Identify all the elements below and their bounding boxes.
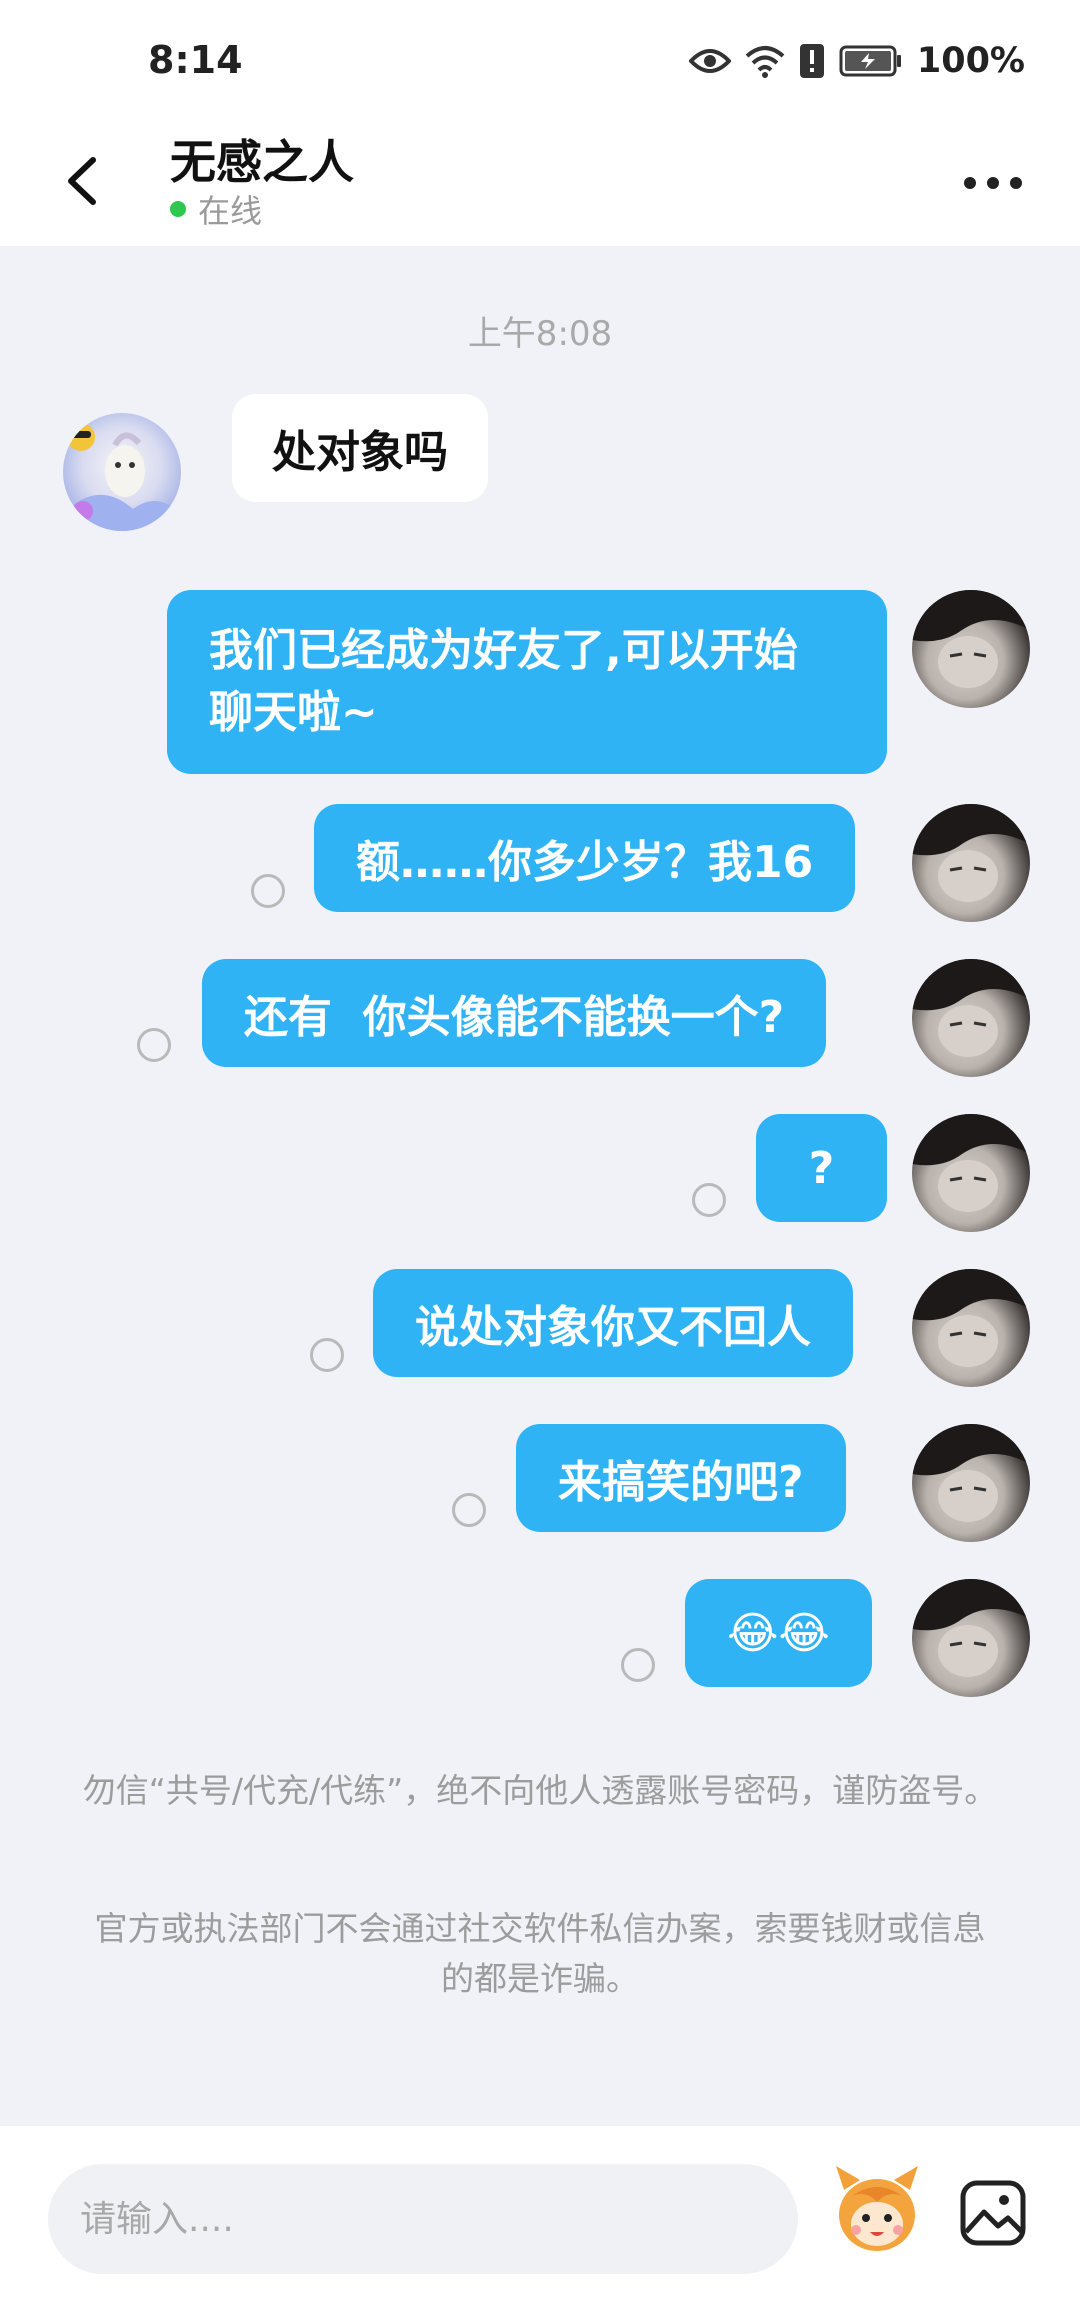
my-avatar[interactable]: [912, 1579, 1030, 1697]
status-icons: 100%: [688, 38, 1025, 84]
message-text: 还有 你头像能不能换一个?: [244, 992, 785, 1043]
message-bubble-outgoing[interactable]: 😂😂: [685, 1579, 872, 1687]
mascot-emoji-icon: [836, 2166, 918, 2251]
read-receipt: [692, 1183, 726, 1217]
my-avatar[interactable]: [912, 959, 1030, 1077]
chevron-left-icon: [68, 157, 96, 205]
avatar-image: [912, 804, 1030, 902]
message-bubble-outgoing[interactable]: ?: [756, 1114, 887, 1222]
online-dot: [170, 201, 186, 217]
more-dots-icon: [964, 177, 1022, 189]
message-text-line-2: 聊天啦~: [209, 687, 378, 738]
message-bubble-outgoing[interactable]: 还有 你头像能不能换一个?: [202, 959, 827, 1067]
message-bubble-outgoing[interactable]: 说处对象你又不回人: [373, 1269, 853, 1377]
my-avatar[interactable]: [912, 1269, 1030, 1387]
safety-notice: 勿信“共号/代充/代练”，绝不向他人透露账号密码，谨防盗号。: [82, 1771, 998, 1810]
read-receipt: [251, 874, 285, 908]
message-bubble-outgoing[interactable]: 来搞笑的吧?: [516, 1424, 846, 1532]
timestamp: 上午8:08: [467, 314, 613, 354]
image-button[interactable]: [958, 2178, 1028, 2248]
sim-alert-icon: [799, 44, 824, 78]
online-status-text: 在线: [198, 192, 263, 230]
my-avatar[interactable]: [912, 1114, 1030, 1232]
message-text: 额……你多少岁？我16: [356, 837, 814, 888]
message-text: 说处对象你又不回人: [415, 1302, 811, 1353]
my-avatar[interactable]: [912, 590, 1030, 708]
avatar-image: [912, 1424, 1030, 1522]
my-avatar[interactable]: [912, 1424, 1030, 1542]
avatar-image: [912, 1579, 1030, 1677]
fraud-notice: 官方或执法部门不会通过社交软件私信办案，索要钱财或信息的都是诈骗。: [94, 1909, 986, 1998]
read-receipt: [310, 1338, 344, 1372]
message-text: 处对象吗: [272, 427, 448, 478]
status-time: 8:14: [148, 38, 243, 82]
my-avatar[interactable]: [912, 804, 1030, 922]
message-text: 来搞笑的吧?: [558, 1457, 804, 1508]
battery-icon: [839, 45, 901, 77]
message-bubble-outgoing[interactable]: 额……你多少岁？我16: [314, 804, 856, 912]
wifi-icon: [745, 46, 785, 78]
image-icon: [960, 2180, 1026, 2246]
sticker-button[interactable]: [832, 2160, 922, 2260]
online-status: 在线: [170, 186, 262, 232]
message-bubble-incoming[interactable]: 处对象吗: [232, 394, 488, 502]
input-bar: [0, 2126, 1080, 2310]
avatar-image: [912, 1269, 1030, 1367]
chat-header: 无感之人 在线: [0, 120, 1080, 246]
read-receipt: [621, 1648, 655, 1682]
message-text-line-1: 我们已经成为好友了,可以开始: [209, 625, 798, 676]
back-button[interactable]: [55, 146, 115, 216]
friend-avatar[interactable]: [63, 413, 181, 531]
battery-percent: 100%: [916, 41, 1025, 81]
message-input[interactable]: [78, 2197, 798, 2241]
avatar-image: [912, 1114, 1030, 1212]
more-button[interactable]: [958, 158, 1028, 208]
read-receipt: [137, 1028, 171, 1062]
contact-name: 无感之人: [170, 135, 354, 189]
message-text: 😂😂: [727, 1607, 830, 1659]
avatar-image: [67, 423, 175, 531]
avatar-image: [912, 590, 1030, 688]
avatar-image: [912, 959, 1030, 1057]
status-bar: 8:14 100%: [0, 0, 1080, 120]
message-input-container[interactable]: [48, 2164, 798, 2274]
eye-icon: [688, 49, 731, 73]
chat-area[interactable]: 上午8:08 处对象吗 我们已经成为好友了,可以开始 聊天啦~ 额……你多少岁？…: [0, 246, 1080, 2126]
read-receipt: [452, 1493, 486, 1527]
message-text: ?: [808, 1142, 835, 1194]
message-bubble-outgoing[interactable]: 我们已经成为好友了,可以开始 聊天啦~: [167, 590, 887, 774]
